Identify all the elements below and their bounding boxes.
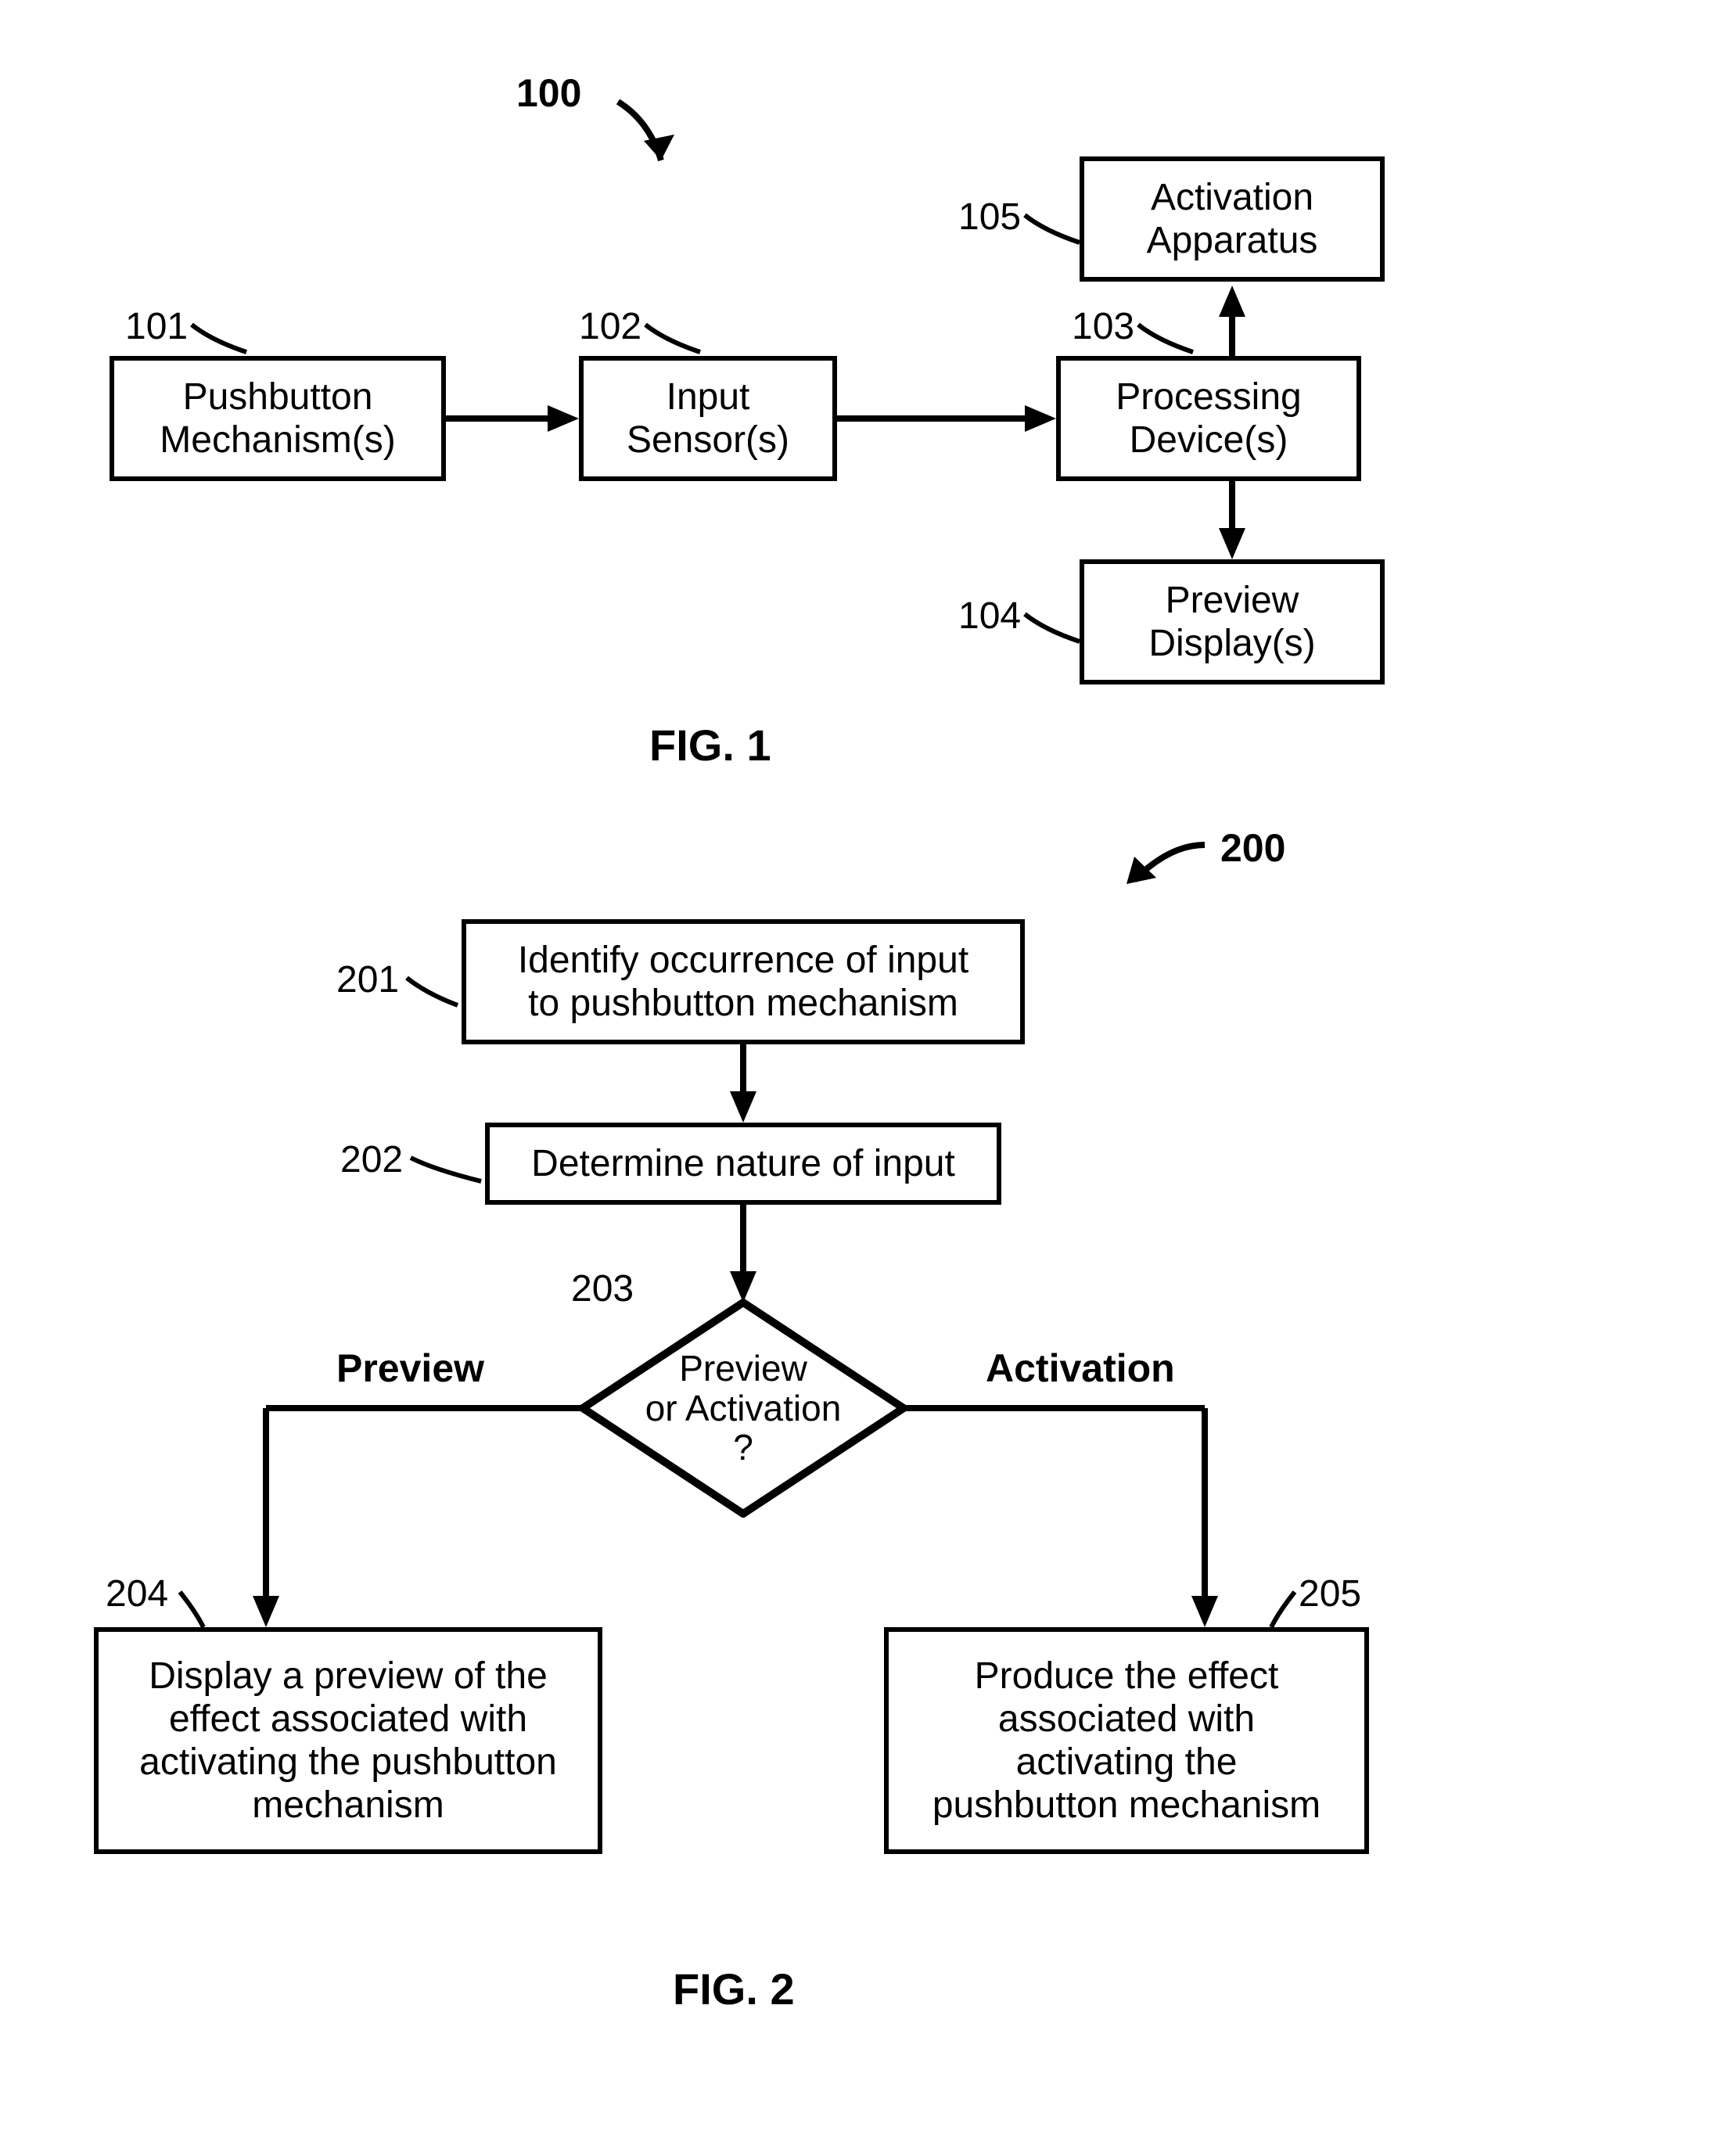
num-102: 102 (579, 305, 641, 348)
box-204: Display a preview of the effect associat… (94, 1627, 602, 1854)
diamond-203: Preview or Activation ? (579, 1299, 907, 1518)
num-103: 103 (1072, 305, 1134, 348)
diamond-203-text: Preview or Activation ? (645, 1349, 842, 1468)
num-201: 201 (336, 958, 399, 1001)
box-102-text: Input Sensor(s) (627, 376, 789, 462)
branch-preview: Preview (336, 1346, 484, 1391)
fig2-caption: FIG. 2 (673, 1964, 795, 2014)
fig2-ref-label: 200 (1220, 825, 1285, 871)
num-104: 104 (958, 595, 1021, 638)
box-101-text: Pushbutton Mechanism(s) (160, 376, 395, 462)
box-205: Produce the effect associated with activ… (884, 1627, 1369, 1854)
box-202: Determine nature of input (485, 1123, 1001, 1205)
box-103: Processing Device(s) (1056, 356, 1361, 481)
box-204-text: Display a preview of the effect associat… (139, 1655, 557, 1827)
num-203: 203 (571, 1267, 634, 1310)
box-101: Pushbutton Mechanism(s) (110, 356, 446, 481)
box-102: Input Sensor(s) (579, 356, 837, 481)
box-205-text: Produce the effect associated with activ… (932, 1655, 1321, 1827)
fig1-caption: FIG. 1 (649, 720, 771, 771)
num-105: 105 (958, 196, 1021, 239)
box-104: Preview Display(s) (1080, 559, 1385, 685)
box-202-text: Determine nature of input (531, 1142, 955, 1185)
num-205: 205 (1299, 1572, 1361, 1615)
box-104-text: Preview Display(s) (1148, 579, 1315, 665)
box-103-text: Processing Device(s) (1116, 376, 1301, 462)
branch-activation: Activation (986, 1346, 1175, 1391)
num-204: 204 (106, 1572, 168, 1615)
box-201: Identify occurrence of input to pushbutt… (462, 919, 1025, 1044)
fig1-ref-label: 100 (516, 70, 581, 116)
box-105: Activation Apparatus (1080, 156, 1385, 282)
num-101: 101 (125, 305, 188, 348)
box-105-text: Activation Apparatus (1147, 176, 1318, 262)
box-201-text: Identify occurrence of input to pushbutt… (518, 939, 968, 1025)
num-202: 202 (340, 1138, 403, 1181)
